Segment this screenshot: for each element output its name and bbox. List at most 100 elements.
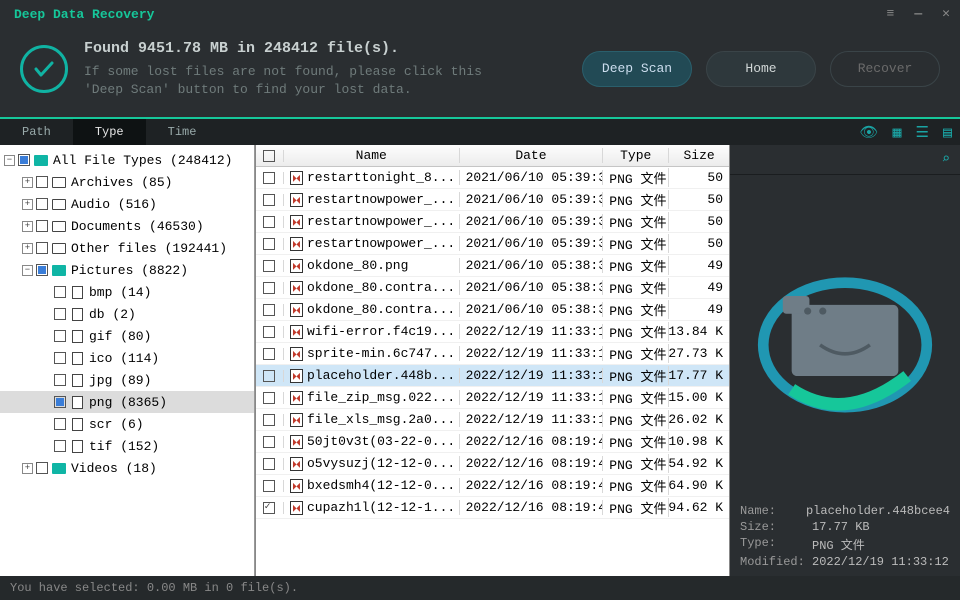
row-checkbox[interactable]	[263, 216, 275, 228]
file-type: PNG 文件	[603, 388, 669, 407]
tab-path[interactable]: Path	[0, 119, 73, 145]
tree-scr[interactable]: scr (6)	[0, 413, 254, 435]
row-checkbox[interactable]	[263, 370, 275, 382]
meta-mod-key: Modified:	[740, 555, 812, 569]
menu-icon[interactable]: ≡	[887, 6, 895, 21]
file-row[interactable]: restartnowpower_...2021/06/10 05:39:34PN…	[256, 233, 729, 255]
tab-time[interactable]: Time	[146, 119, 219, 145]
status-bar: You have selected: 0.00 MB in 0 file(s).	[0, 576, 960, 600]
search-icon[interactable]: ⌕	[942, 151, 950, 168]
view-toolbar: 👁 ▦ ☰ ▤	[859, 119, 952, 145]
deep-scan-button[interactable]: Deep Scan	[582, 51, 692, 87]
tree-label: scr (6)	[89, 417, 144, 432]
tree-root[interactable]: − All File Types (248412)	[0, 149, 254, 171]
file-icon	[290, 479, 303, 493]
tree-archives[interactable]: + Archives (85)	[0, 171, 254, 193]
col-size[interactable]: Size	[669, 148, 729, 163]
tree-label: Other files (192441)	[71, 241, 227, 256]
row-checkbox[interactable]	[263, 436, 275, 448]
home-button[interactable]: Home	[706, 51, 816, 87]
preview-placeholder-icon	[755, 256, 935, 416]
recover-button[interactable]: Recover	[830, 51, 940, 87]
file-date: 2022/12/19 11:33:12	[460, 346, 604, 361]
file-list-body[interactable]: restarttonight_8...2021/06/10 05:39:34PN…	[256, 167, 729, 583]
row-checkbox[interactable]	[263, 326, 275, 338]
tab-type[interactable]: Type	[73, 119, 146, 145]
file-date: 2022/12/19 11:33:12	[460, 324, 604, 339]
file-size: 50	[669, 214, 729, 229]
tree-audio[interactable]: + Audio (516)	[0, 193, 254, 215]
row-checkbox[interactable]	[263, 392, 275, 404]
tree-videos[interactable]: + Videos (18)	[0, 457, 254, 479]
row-checkbox[interactable]	[263, 414, 275, 426]
close-icon[interactable]: ✕	[942, 6, 950, 21]
file-list-header: Name Date Type Size	[256, 145, 729, 167]
file-row[interactable]: restartnowpower_...2021/06/10 05:39:34PN…	[256, 211, 729, 233]
meta-type-val: PNG 文件	[812, 536, 865, 553]
file-size: 50	[669, 192, 729, 207]
file-icon	[290, 501, 303, 515]
tree-label: Pictures (8822)	[71, 263, 188, 278]
row-checkbox[interactable]	[263, 348, 275, 360]
file-row[interactable]: sprite-min.6c747...2022/12/19 11:33:12PN…	[256, 343, 729, 365]
file-row[interactable]: 50jt0v3t(03-22-0...2022/12/16 08:19:41PN…	[256, 431, 729, 453]
file-row[interactable]: bxedsmh4(12-12-0...2022/12/16 08:19:41PN…	[256, 475, 729, 497]
col-name[interactable]: Name	[284, 148, 460, 163]
file-date: 2021/06/10 05:39:34	[460, 192, 604, 207]
file-date: 2021/06/10 05:39:34	[460, 236, 604, 251]
file-row[interactable]: okdone_80.png2021/06/10 05:38:34PNG 文件49	[256, 255, 729, 277]
row-checkbox[interactable]	[263, 238, 275, 250]
file-icon	[290, 413, 303, 427]
tree-label: Documents (46530)	[71, 219, 204, 234]
row-checkbox[interactable]	[263, 502, 275, 514]
row-checkbox[interactable]	[263, 282, 275, 294]
tree-gif[interactable]: gif (80)	[0, 325, 254, 347]
tree-png[interactable]: png (8365)	[0, 391, 254, 413]
eye-icon[interactable]: 👁	[859, 123, 878, 142]
file-type: PNG 文件	[603, 476, 669, 495]
tree-other[interactable]: + Other files (192441)	[0, 237, 254, 259]
tree-ico[interactable]: ico (114)	[0, 347, 254, 369]
file-row[interactable]: okdone_80.contra...2021/06/10 05:38:34PN…	[256, 277, 729, 299]
row-checkbox[interactable]	[263, 304, 275, 316]
tree-jpg[interactable]: jpg (89)	[0, 369, 254, 391]
minimize-icon[interactable]: —	[914, 6, 922, 21]
tree-bmp[interactable]: bmp (14)	[0, 281, 254, 303]
file-row[interactable]: restartnowpower_...2021/06/10 05:39:34PN…	[256, 189, 729, 211]
tree-tif[interactable]: tif (152)	[0, 435, 254, 457]
tree-documents[interactable]: + Documents (46530)	[0, 215, 254, 237]
file-row[interactable]: wifi-error.f4c19...2022/12/19 11:33:12PN…	[256, 321, 729, 343]
col-type[interactable]: Type	[603, 148, 669, 163]
file-row[interactable]: file_xls_msg.2a0...2022/12/19 11:33:10PN…	[256, 409, 729, 431]
row-checkbox[interactable]	[263, 480, 275, 492]
col-checkbox[interactable]	[256, 150, 284, 162]
row-checkbox[interactable]	[263, 172, 275, 184]
row-checkbox[interactable]	[263, 458, 275, 470]
file-row[interactable]: cupazh1l(12-12-1...2022/12/16 08:19:41PN…	[256, 497, 729, 519]
file-size: 527.73 K	[669, 346, 729, 361]
detail-icon[interactable]: ▤	[943, 123, 952, 142]
tree-db[interactable]: db (2)	[0, 303, 254, 325]
file-row[interactable]: okdone_80.contra...2021/06/10 05:38:34PN…	[256, 299, 729, 321]
grid-icon[interactable]: ▦	[892, 123, 901, 142]
col-date[interactable]: Date	[460, 148, 604, 163]
file-row[interactable]: placeholder.448b...2022/12/19 11:33:12PN…	[256, 365, 729, 387]
file-row[interactable]: restarttonight_8...2021/06/10 05:39:34PN…	[256, 167, 729, 189]
row-checkbox[interactable]	[263, 260, 275, 272]
file-date: 2022/12/16 08:19:41	[460, 434, 604, 449]
file-name: sprite-min.6c747...	[307, 346, 455, 361]
file-size: 17.77 K	[669, 368, 729, 383]
file-name: o5vysuzj(12-12-0...	[307, 456, 455, 471]
file-name: okdone_80.png	[307, 258, 408, 273]
file-row[interactable]: o5vysuzj(12-12-0...2022/12/16 08:19:41PN…	[256, 453, 729, 475]
type-tree[interactable]: − All File Types (248412) + Archives (85…	[0, 145, 255, 583]
file-date: 2022/12/19 11:33:12	[460, 368, 604, 383]
file-row[interactable]: file_zip_msg.022...2022/12/19 11:33:10PN…	[256, 387, 729, 409]
tree-pictures[interactable]: − Pictures (8822)	[0, 259, 254, 281]
file-date: 2021/06/10 05:39:34	[460, 170, 604, 185]
list-icon[interactable]: ☰	[916, 123, 929, 142]
file-type: PNG 文件	[603, 498, 669, 517]
header: Found 9451.78 MB in 248412 file(s). If s…	[0, 28, 960, 117]
row-checkbox[interactable]	[263, 194, 275, 206]
file-icon	[290, 281, 303, 295]
